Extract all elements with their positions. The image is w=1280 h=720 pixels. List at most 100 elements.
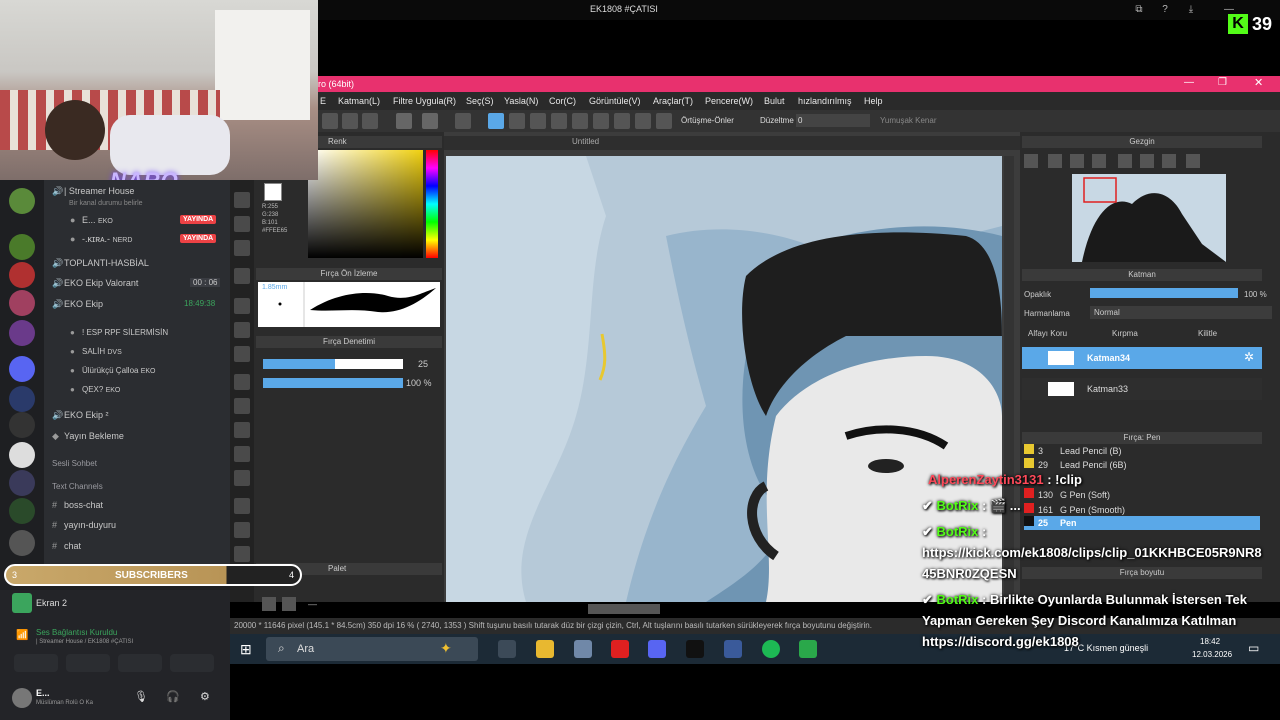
zoom-in-icon[interactable]	[1024, 154, 1038, 168]
canvas-vscroll[interactable]	[1004, 156, 1014, 602]
close-button[interactable]: ✕	[1254, 76, 1263, 89]
text-channel[interactable]: # boss-chat	[52, 500, 103, 510]
spotify-icon[interactable]	[762, 640, 780, 658]
fit-icon[interactable]	[1070, 154, 1084, 168]
minimize-button[interactable]: —	[1184, 77, 1194, 88]
tiktok-icon[interactable]	[686, 640, 704, 658]
tool-option-icon[interactable]	[593, 113, 609, 129]
camera-button[interactable]	[14, 654, 58, 672]
voice-channel[interactable]: 🔊EKO Ekip	[52, 299, 103, 310]
lock-checkbox[interactable]: Kilitle	[1198, 329, 1217, 338]
menu-item[interactable]: Araçlar(T)	[653, 96, 693, 106]
brush-item-selected[interactable]: 25 Pen	[1024, 516, 1260, 530]
menu-item[interactable]: Katman(L)	[338, 96, 380, 106]
select-tool-icon[interactable]	[234, 374, 250, 390]
clock-date[interactable]: 12.03.2026	[1192, 650, 1232, 659]
tool-option-icon[interactable]	[656, 113, 672, 129]
settings-icon[interactable]: ✲	[1244, 350, 1254, 364]
menu-item[interactable]: Help	[864, 96, 883, 106]
external-icon[interactable]: ⧉	[1132, 3, 1146, 17]
download-icon[interactable]: ⤓	[1184, 3, 1198, 17]
fill-tool-icon[interactable]	[234, 298, 250, 314]
activity-button[interactable]	[118, 654, 162, 672]
server-icon[interactable]	[9, 188, 35, 214]
menu-item[interactable]: E	[320, 96, 326, 106]
voice-user[interactable]: ●! ESP RPF SİLERMİSİN	[70, 328, 168, 337]
start-icon[interactable]: ⊞	[240, 641, 252, 658]
redo-icon[interactable]	[422, 113, 438, 129]
brush-item[interactable]: 29 Lead Pencil (6B)	[1024, 458, 1260, 472]
chrome-icon[interactable]	[799, 640, 817, 658]
brush-item[interactable]: 3 Lead Pencil (B)	[1024, 444, 1260, 458]
tool-option-icon[interactable]	[614, 113, 630, 129]
server-icon[interactable]	[9, 386, 35, 412]
eraser-tool-icon[interactable]	[234, 446, 250, 462]
clock-time[interactable]: 18:42	[1200, 637, 1220, 646]
rectangle-tool-icon[interactable]	[234, 216, 250, 232]
color-square[interactable]	[308, 150, 423, 258]
voice-channel[interactable]: 🔊EKO Ekip ²	[52, 410, 109, 421]
rotate-icon[interactable]	[1162, 154, 1176, 168]
main-color-swatch[interactable]	[264, 183, 282, 201]
antiover-checkbox[interactable]: Örtüşme-Önler	[681, 116, 734, 125]
reset-icon[interactable]	[1140, 154, 1154, 168]
opera-icon[interactable]	[611, 640, 629, 658]
bucket-tool-icon[interactable]	[234, 322, 250, 338]
antialias-icon[interactable]	[488, 113, 504, 129]
tool-option-icon[interactable]	[635, 113, 651, 129]
menu-item[interactable]: Filtre Uygula(R)	[393, 96, 456, 106]
flip-icon[interactable]	[1186, 154, 1200, 168]
text-tool-icon[interactable]	[234, 498, 250, 514]
menu-item[interactable]: Görüntüle(V)	[589, 96, 641, 106]
voice-user[interactable]: ● SALİH DVS	[70, 347, 122, 356]
text-channel[interactable]: # chat	[52, 541, 81, 551]
voice-user[interactable]: ● QEX? EKO	[70, 385, 120, 394]
blend-dropdown[interactable]: Normal	[1090, 306, 1272, 319]
mic-icon[interactable]: 🎙	[134, 690, 148, 703]
select-icon[interactable]	[455, 113, 471, 129]
server-icon[interactable]	[9, 412, 35, 438]
pipette-tool-icon[interactable]	[234, 546, 250, 562]
restore-button[interactable]: ❐	[1218, 77, 1227, 88]
palette-add-icon[interactable]	[262, 597, 276, 611]
taskview-icon[interactable]	[498, 640, 516, 658]
soundboard-button[interactable]	[170, 654, 214, 672]
new-file-icon[interactable]	[322, 113, 338, 129]
notification-icon[interactable]: ▭	[1248, 641, 1259, 655]
voice-user[interactable]: ● -.ᴋɪʀᴀ.- NERD	[70, 234, 132, 244]
share-button[interactable]	[66, 654, 110, 672]
move-tool-icon[interactable]	[234, 268, 250, 284]
zoom-out-icon[interactable]	[1092, 154, 1106, 168]
canvas-hscroll[interactable]	[588, 604, 660, 614]
server-icon[interactable]	[9, 290, 35, 316]
server-icon[interactable]	[9, 498, 35, 524]
brush-item[interactable]: 130 G Pen (Soft)	[1024, 488, 1260, 502]
discord-icon[interactable]	[648, 640, 666, 658]
open-file-icon[interactable]	[342, 113, 358, 129]
brush-tool-icon[interactable]	[234, 240, 250, 256]
lasso-tool-icon[interactable]	[234, 398, 250, 414]
zoom-in-icon[interactable]	[1048, 154, 1062, 168]
help-icon[interactable]: ?	[1158, 3, 1172, 17]
navigator-thumbnail[interactable]	[1072, 174, 1226, 262]
save-icon[interactable]	[362, 113, 378, 129]
menu-item[interactable]: hızlandırılmış	[798, 96, 852, 106]
server-icon[interactable]	[9, 442, 35, 468]
avatar[interactable]	[12, 688, 32, 708]
alpha-lock-checkbox[interactable]: Alfayı Koru	[1028, 329, 1067, 338]
server-icon[interactable]	[9, 470, 35, 496]
soft-edge-checkbox[interactable]: Yumuşak Kenar	[880, 116, 936, 125]
server-icon[interactable]	[9, 320, 35, 346]
server-icon[interactable]	[9, 356, 35, 382]
voice-user[interactable]: ● Ülürükçü Çalloa EKO	[70, 366, 156, 375]
app-icon[interactable]	[724, 640, 742, 658]
explorer-icon[interactable]	[536, 640, 554, 658]
gradient-tool-icon[interactable]	[234, 346, 250, 362]
headphone-icon[interactable]: 🎧	[166, 690, 180, 703]
operation-tool-icon[interactable]	[234, 522, 250, 538]
category-header[interactable]: Text Channels	[52, 482, 103, 491]
tool-option-icon[interactable]	[572, 113, 588, 129]
voice-channel[interactable]: 🔊TOPLANTI-HASBİAL	[52, 258, 149, 269]
eyedropper-tool-icon[interactable]	[234, 470, 250, 486]
canvas-tab[interactable]: Untitled	[572, 137, 599, 146]
